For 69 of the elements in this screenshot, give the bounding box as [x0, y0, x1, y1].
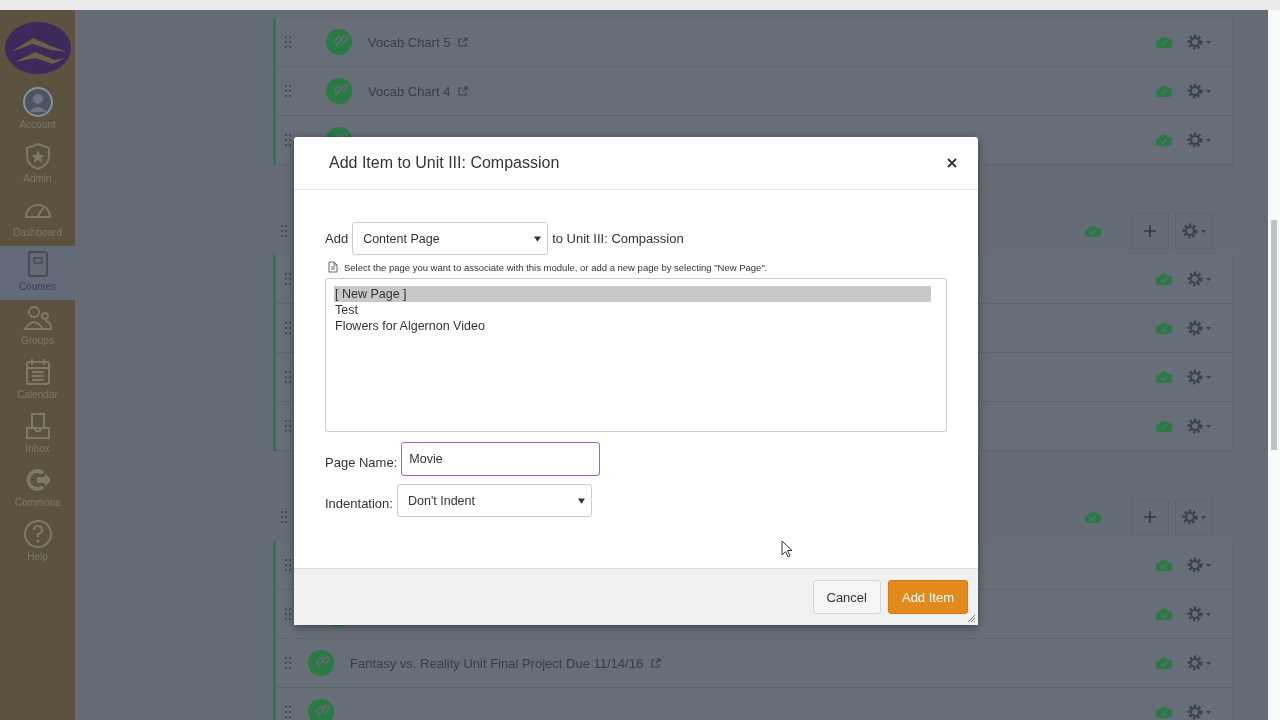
published-cloud-icon[interactable]: [1156, 85, 1172, 97]
drag-handle-icon[interactable]: [281, 225, 287, 237]
drag-handle-icon[interactable]: [285, 657, 291, 669]
drag-handle-icon[interactable]: [285, 420, 291, 432]
caret-icon: [577, 497, 585, 504]
published-cloud-icon[interactable]: [1156, 706, 1172, 718]
hint-text: Select the page you want to associate with this module, or add a new page by selecting "New Page".: [344, 261, 768, 273]
dialog-title: Add Item to Unit III: Compassion: [329, 154, 561, 172]
logo-icon[interactable]: [4, 22, 71, 74]
people-icon: [22, 303, 53, 333]
drag-handle-icon[interactable]: [285, 706, 291, 718]
published-cloud-icon[interactable]: [1156, 559, 1172, 571]
settings-icon[interactable]: [1186, 556, 1212, 574]
drag-handle-icon[interactable]: [285, 559, 291, 571]
cancel-button[interactable]: Cancel: [812, 580, 881, 614]
published-cloud-icon[interactable]: [1085, 225, 1101, 237]
drag-handle-icon[interactable]: [285, 273, 291, 285]
published-cloud-icon[interactable]: [1156, 608, 1172, 620]
published-cloud-icon[interactable]: [1156, 36, 1172, 48]
drag-handle-icon[interactable]: [285, 322, 291, 334]
drag-handle-icon[interactable]: [285, 371, 291, 383]
item-type-select[interactable]: Content Page: [352, 222, 549, 255]
add-item-icon[interactable]: [1131, 213, 1169, 249]
page-option[interactable]: Test: [334, 302, 931, 318]
settings-menu-button[interactable]: [1175, 499, 1213, 535]
drag-handle-icon[interactable]: [285, 85, 291, 97]
indentation-select[interactable]: Don't Indent: [396, 484, 592, 517]
drag-handle-icon[interactable]: [285, 36, 291, 48]
help-icon: [22, 519, 53, 549]
resize-handle-icon[interactable]: [967, 614, 976, 623]
page-option[interactable]: [ New Page ]: [334, 286, 931, 302]
settings-icon[interactable]: [1186, 319, 1212, 337]
scrollbar[interactable]: [1268, 10, 1280, 720]
published-cloud-icon[interactable]: [1156, 273, 1172, 285]
settings-icon[interactable]: [1186, 131, 1212, 149]
settings-icon: [1181, 222, 1207, 240]
add-item-icon[interactable]: [1131, 499, 1169, 535]
target-module-text: to Unit III: Compassion: [552, 231, 684, 246]
scrollbar-thumb[interactable]: [1271, 220, 1277, 450]
page-name-field[interactable]: Movie: [401, 442, 601, 476]
cursor-icon: [781, 540, 793, 558]
settings-menu-button[interactable]: [1175, 213, 1213, 249]
settings-icon[interactable]: [1186, 270, 1212, 288]
page-name-label: Page Name:: [325, 453, 398, 470]
close-icon[interactable]: [947, 158, 957, 168]
published-cloud-icon[interactable]: [1156, 134, 1172, 146]
drag-handle-icon[interactable]: [285, 608, 291, 620]
settings-icon[interactable]: [1186, 654, 1212, 672]
settings-icon: [1181, 508, 1207, 526]
page-option[interactable]: Flowers for Algernon Video: [334, 318, 931, 334]
indentation-label: Indentation:: [325, 495, 393, 511]
drag-handle-icon[interactable]: [281, 511, 287, 523]
avatar-icon: [22, 87, 53, 117]
published-cloud-icon[interactable]: [1085, 511, 1101, 523]
drag-handle-icon[interactable]: [285, 134, 291, 146]
settings-icon[interactable]: [1186, 33, 1212, 51]
published-cloud-icon[interactable]: [1156, 371, 1172, 383]
add-item-button[interactable]: Add Item: [887, 580, 968, 614]
add-label: Add: [325, 231, 349, 246]
document-icon: [328, 261, 338, 273]
published-cloud-icon[interactable]: [1156, 420, 1172, 432]
settings-icon[interactable]: [1186, 368, 1212, 386]
published-cloud-icon[interactable]: [1156, 322, 1172, 334]
settings-icon[interactable]: [1186, 703, 1212, 720]
settings-icon[interactable]: [1186, 82, 1212, 100]
published-cloud-icon[interactable]: [1156, 657, 1172, 669]
settings-icon[interactable]: [1186, 605, 1212, 623]
caret-icon: [534, 235, 542, 242]
settings-icon[interactable]: [1186, 417, 1212, 435]
